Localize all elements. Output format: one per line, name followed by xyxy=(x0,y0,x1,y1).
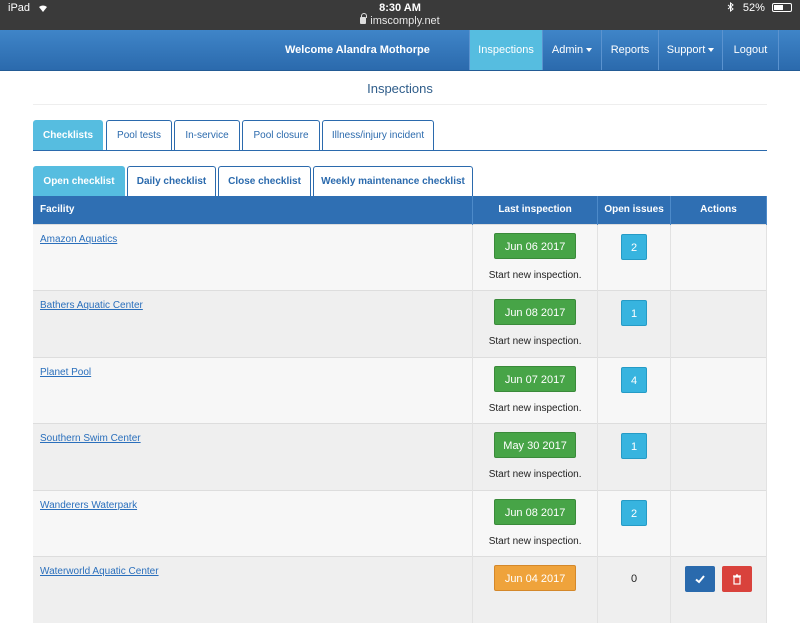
last-inspection-cell: Jun 08 2017 Start new inspection. xyxy=(473,291,598,358)
open-issues-badge[interactable]: 1 xyxy=(621,300,647,326)
open-issues-badge[interactable]: 4 xyxy=(621,367,647,393)
nav-inspections[interactable]: Inspections xyxy=(469,30,542,70)
table-header: Facility Last inspection Open issues Act… xyxy=(33,196,767,224)
open-issues-badge[interactable]: 2 xyxy=(621,234,647,260)
open-issues-count: 0 xyxy=(621,566,647,592)
primary-tabs: Checklists Pool tests In-service Pool cl… xyxy=(33,120,767,151)
battery-icon xyxy=(772,3,792,12)
start-inspection-link[interactable]: Start new inspection. xyxy=(473,270,597,281)
actions-cell xyxy=(671,357,767,424)
nav-support[interactable]: Support xyxy=(658,30,722,70)
facility-cell: Southern Swim Center xyxy=(33,424,473,491)
caret-down-icon xyxy=(586,48,592,52)
bluetooth-icon xyxy=(727,2,734,12)
lock-icon xyxy=(360,17,366,24)
facility-cell: Waterworld Aquatic Center xyxy=(33,557,473,623)
ios-status-bar: iPad 8:30 AM imscomply.net 52% xyxy=(0,0,800,30)
checkmark-icon xyxy=(694,573,706,585)
start-inspection-link[interactable]: Start new inspection. xyxy=(473,469,597,480)
open-issues-badge[interactable]: 1 xyxy=(621,433,647,459)
facility-link[interactable]: Amazon Aquatics xyxy=(40,234,117,245)
last-inspection-button[interactable]: Jun 04 2017 xyxy=(494,565,576,591)
address-bar[interactable]: imscomply.net xyxy=(0,15,800,27)
facility-link[interactable]: Wanderers Waterpark xyxy=(40,500,137,511)
tab-close-checklist[interactable]: Close checklist xyxy=(218,166,311,197)
tab-open-checklist[interactable]: Open checklist xyxy=(33,166,125,197)
tab-pool-closure[interactable]: Pool closure xyxy=(242,120,320,151)
tab-checklists[interactable]: Checklists xyxy=(33,120,103,151)
url-text: imscomply.net xyxy=(370,15,439,27)
top-navbar: Welcome Alandra Mothorpe Inspections Adm… xyxy=(0,30,800,71)
facility-cell: Planet Pool xyxy=(33,357,473,424)
tab-daily-checklist[interactable]: Daily checklist xyxy=(127,166,216,197)
tab-illness-injury[interactable]: Illness/injury incident xyxy=(322,120,434,151)
last-inspection-button[interactable]: Jun 07 2017 xyxy=(494,366,576,392)
last-inspection-button[interactable]: Jun 08 2017 xyxy=(494,499,576,525)
column-header-last-inspection[interactable]: Last inspection xyxy=(473,196,598,224)
open-issues-badge[interactable]: 2 xyxy=(621,500,647,526)
battery-percent: 52% xyxy=(743,2,765,14)
start-inspection-link[interactable]: Start new inspection. xyxy=(473,403,597,414)
facility-link[interactable]: Waterworld Aquatic Center xyxy=(40,566,159,577)
last-inspection-cell: Jun 06 2017 Start new inspection. xyxy=(473,224,598,291)
table-row: Amazon Aquatics Jun 06 2017 Start new ins… xyxy=(33,224,767,291)
table-row: Bathers Aquatic Center Jun 08 2017 Start … xyxy=(33,291,767,358)
table-row: Waterworld Aquatic Center Jun 04 2017 0 xyxy=(33,557,767,623)
nav-reports-label: Reports xyxy=(611,44,650,56)
column-header-facility[interactable]: Facility xyxy=(33,196,473,224)
last-inspection-cell: May 30 2017 Start new inspection. xyxy=(473,424,598,491)
nav-reports[interactable]: Reports xyxy=(601,30,658,70)
table-row: Wanderers Waterpark Jun 08 2017 Start new… xyxy=(33,490,767,557)
actions-cell xyxy=(671,557,767,623)
column-header-actions: Actions xyxy=(671,196,767,224)
nav-admin-label: Admin xyxy=(552,44,583,56)
last-inspection-button[interactable]: May 30 2017 xyxy=(494,432,576,458)
welcome-message: Welcome Alandra Mothorpe xyxy=(285,44,430,56)
last-inspection-button[interactable]: Jun 06 2017 xyxy=(494,233,576,259)
tab-in-service[interactable]: In-service xyxy=(174,120,240,151)
battery-indicator: 52% xyxy=(727,2,792,14)
facility-cell: Bathers Aquatic Center xyxy=(33,291,473,358)
facility-link[interactable]: Bathers Aquatic Center xyxy=(40,300,143,311)
nav-logout-label: Logout xyxy=(734,44,768,56)
start-inspection-link[interactable]: Start new inspection. xyxy=(473,336,597,347)
facility-cell: Wanderers Waterpark xyxy=(33,490,473,557)
complete-button[interactable] xyxy=(685,566,715,592)
facility-cell: Amazon Aquatics xyxy=(33,224,473,291)
last-inspection-cell: Jun 04 2017 xyxy=(473,557,598,623)
secondary-tabs: Open checklist Daily checklist Close che… xyxy=(33,166,767,197)
table-row: Southern Swim Center May 30 2017 Start ne… xyxy=(33,424,767,491)
table-row: Planet Pool Jun 07 2017 Start new inspect… xyxy=(33,357,767,424)
open-issues-cell: 2 xyxy=(598,490,671,557)
nav-support-label: Support xyxy=(667,44,706,56)
delete-button[interactable] xyxy=(722,566,752,592)
last-inspection-button[interactable]: Jun 08 2017 xyxy=(494,299,576,325)
actions-cell xyxy=(671,424,767,491)
clock: 8:30 AM xyxy=(0,2,800,14)
last-inspection-cell: Jun 07 2017 Start new inspection. xyxy=(473,357,598,424)
actions-cell xyxy=(671,224,767,291)
nav-logout[interactable]: Logout xyxy=(722,30,779,70)
column-header-open-issues[interactable]: Open issues xyxy=(598,196,671,224)
tab-weekly-maintenance[interactable]: Weekly maintenance checklist xyxy=(313,166,473,197)
actions-cell xyxy=(671,490,767,557)
caret-down-icon xyxy=(708,48,714,52)
primary-tabs-divider xyxy=(33,150,767,151)
page-title: Inspections xyxy=(33,75,767,105)
actions-cell xyxy=(671,291,767,358)
open-issues-cell: 2 xyxy=(598,224,671,291)
open-issues-cell: 4 xyxy=(598,357,671,424)
facilities-table: Facility Last inspection Open issues Act… xyxy=(33,196,767,623)
open-issues-cell: 1 xyxy=(598,424,671,491)
open-issues-cell: 0 xyxy=(598,557,671,623)
open-issues-cell: 1 xyxy=(598,291,671,358)
facility-link[interactable]: Planet Pool xyxy=(40,367,91,378)
tab-pool-tests[interactable]: Pool tests xyxy=(106,120,172,151)
nav-admin[interactable]: Admin xyxy=(542,30,601,70)
start-inspection-link[interactable]: Start new inspection. xyxy=(473,536,597,547)
facility-link[interactable]: Southern Swim Center xyxy=(40,433,141,444)
last-inspection-cell: Jun 08 2017 Start new inspection. xyxy=(473,490,598,557)
trash-icon xyxy=(731,573,743,585)
nav-inspections-label: Inspections xyxy=(478,44,534,56)
